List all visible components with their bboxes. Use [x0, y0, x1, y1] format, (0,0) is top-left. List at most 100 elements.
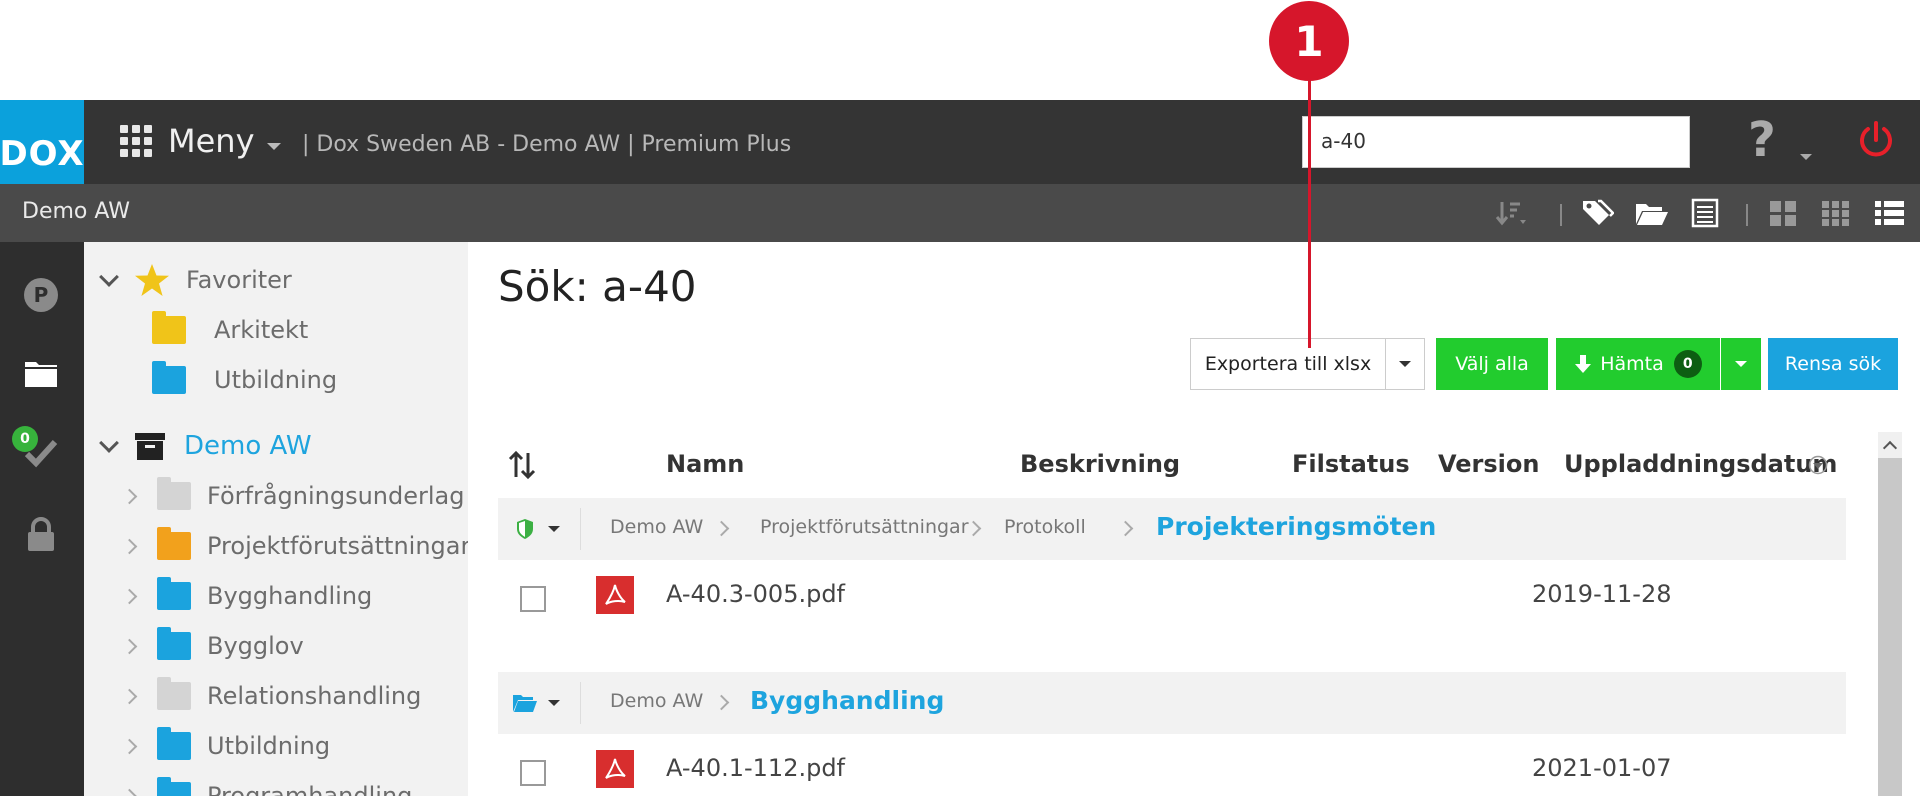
row-checkbox[interactable] — [520, 586, 546, 612]
file-name[interactable]: A-40.3-005.pdf — [666, 580, 845, 608]
tree-label: Förfrågningsunderlag — [207, 482, 465, 510]
file-name[interactable]: A-40.1-112.pdf — [666, 754, 845, 782]
column-header-description[interactable]: Beskrivning — [1020, 450, 1180, 478]
tree-item-favorites[interactable]: Favoriter — [99, 260, 292, 300]
table-row[interactable]: A-40.1-112.pdf 2021-01-07 — [498, 740, 1846, 796]
folder-open-icon[interactable] — [512, 692, 538, 714]
download-count-badge: 0 — [1673, 350, 1702, 378]
divider — [580, 508, 581, 550]
chevron-down-icon[interactable] — [548, 526, 560, 532]
download-arrow-icon — [1575, 355, 1592, 373]
tree-item-programhandling[interactable]: Programhandling — [121, 776, 413, 796]
tree-item-arkitekt[interactable]: Arkitekt — [152, 310, 308, 350]
folder-icon — [152, 361, 186, 394]
lock-icon[interactable] — [22, 516, 60, 554]
chevron-right-icon[interactable] — [121, 788, 138, 796]
column-header-version[interactable]: Version — [1438, 450, 1539, 478]
folder-icon — [157, 627, 191, 660]
archive-box-icon — [135, 433, 165, 460]
tree-item-utbildning[interactable]: Utbildning — [121, 726, 331, 766]
page-title: Sök: a-40 — [498, 262, 697, 311]
help-icon[interactable]: ? — [1748, 112, 1776, 168]
tree-item-bygghandling[interactable]: Bygghandling — [121, 576, 372, 616]
tree-item-forfragningsunderlag[interactable]: Förfrågningsunderlag — [121, 476, 465, 516]
chevron-right-icon[interactable] — [121, 538, 138, 554]
tree-label: Favoriter — [186, 266, 292, 294]
list-view-icon[interactable] — [1872, 196, 1906, 230]
tree-item-utbildning-fav[interactable]: Utbildning — [152, 360, 337, 400]
chevron-up-icon — [1882, 440, 1898, 456]
chevron-down-icon[interactable] — [99, 267, 119, 287]
breadcrumb-current[interactable]: Projekteringsmöten — [1156, 512, 1436, 541]
tree-label: Projektförutsättningar — [207, 532, 468, 560]
chevron-down-icon[interactable] — [1800, 154, 1812, 160]
breadcrumb-item[interactable]: Demo AW — [610, 690, 703, 712]
upload-date: 2021-01-07 — [1532, 754, 1672, 782]
sort-desc-icon[interactable] — [1808, 455, 1828, 475]
export-xlsx-button[interactable]: Exportera till xlsx — [1190, 338, 1386, 390]
sort-toggle-icon[interactable] — [508, 450, 536, 480]
power-icon[interactable] — [1856, 120, 1896, 160]
table-row[interactable]: A-40.3-005.pdf 2019-11-28 — [498, 566, 1846, 628]
tree-item-relationshandling[interactable]: Relationshandling — [121, 676, 421, 716]
folder-icon — [152, 311, 186, 344]
clear-search-button[interactable]: Rensa sök — [1768, 338, 1898, 390]
menu-label: Meny — [168, 122, 255, 160]
folder-icon[interactable] — [22, 354, 60, 392]
small-grid-icon[interactable] — [1818, 196, 1852, 230]
tree-label: Arkitekt — [214, 316, 309, 344]
chevron-right-icon[interactable] — [121, 738, 138, 754]
selected-count-badge: 0 — [12, 426, 38, 452]
column-header-name[interactable]: Namn — [666, 450, 744, 478]
folder-icon — [157, 477, 191, 510]
folder-icon — [157, 527, 191, 560]
chevron-right-icon[interactable] — [121, 638, 138, 654]
breadcrumb-item[interactable]: Demo AW — [610, 516, 703, 538]
folder-open-icon[interactable] — [1634, 196, 1668, 230]
tree-item-demo-aw[interactable]: Demo AW — [99, 426, 312, 466]
logo-text: DOX — [0, 134, 85, 174]
folder-icon — [157, 577, 191, 610]
tree-label: Utbildning — [207, 732, 331, 760]
chevron-right-icon[interactable] — [121, 688, 138, 704]
parking-icon[interactable]: P — [22, 276, 60, 314]
download-button[interactable]: Hämta 0 — [1556, 338, 1720, 390]
chevron-right-icon[interactable] — [121, 588, 138, 604]
chevron-down-icon[interactable] — [548, 700, 560, 706]
toolbar-divider — [1560, 204, 1562, 226]
annotation-line — [1308, 70, 1311, 348]
folder-icon — [157, 677, 191, 710]
breadcrumb-item[interactable]: Projektförutsättningar — [760, 516, 969, 538]
chevron-down-icon[interactable] — [99, 433, 119, 453]
breadcrumb-item[interactable]: Protokoll — [1004, 516, 1086, 538]
tree-item-bygglov[interactable]: Bygglov — [121, 626, 304, 666]
left-rail: P 0 — [0, 242, 84, 796]
tags-icon[interactable] — [1580, 196, 1614, 230]
scrollbar-track[interactable] — [1878, 432, 1902, 796]
scroll-up-button[interactable] — [1878, 432, 1902, 458]
annotation-marker: 1 — [1269, 1, 1349, 81]
sub-bar: Demo AW — [0, 184, 1920, 242]
sort-icon[interactable] — [1494, 196, 1528, 230]
download-options-button[interactable] — [1721, 338, 1761, 390]
list-details-icon[interactable] — [1688, 196, 1722, 230]
search-input[interactable]: a-40 — [1302, 116, 1690, 168]
dox-logo[interactable]: DOX — [0, 100, 84, 184]
column-header-upload-date[interactable]: Uppladdningsdatum — [1564, 450, 1837, 478]
large-grid-icon[interactable] — [1766, 196, 1800, 230]
chevron-right-icon[interactable] — [121, 488, 138, 504]
group-header: Demo AW Projektförutsättningar Protokoll… — [498, 498, 1846, 560]
row-checkbox[interactable] — [520, 760, 546, 786]
tree-item-projektforutsattningar[interactable]: Projektförutsättningar — [121, 526, 468, 566]
divider — [580, 682, 581, 724]
menu-button[interactable]: Meny — [120, 122, 281, 160]
select-all-button[interactable]: Välj alla — [1436, 338, 1548, 390]
chevron-down-icon — [1399, 361, 1411, 367]
folder-icon — [157, 727, 191, 760]
shield-icon[interactable] — [516, 518, 534, 540]
export-options-button[interactable] — [1385, 338, 1425, 390]
tree-label: Programhandling — [207, 782, 413, 796]
column-header-filestatus[interactable]: Filstatus — [1292, 450, 1410, 478]
breadcrumb-current[interactable]: Bygghandling — [750, 686, 944, 715]
main-content: Sök: a-40 Exportera till xlsx Välj alla … — [468, 242, 1920, 796]
